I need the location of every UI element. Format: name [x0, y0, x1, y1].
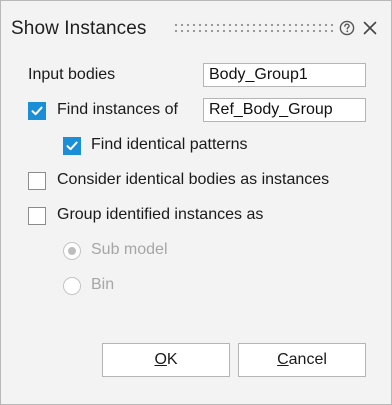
find-instances-field[interactable]: Ref_Body_Group: [203, 98, 366, 122]
ok-button[interactable]: OK: [102, 343, 230, 377]
cancel-mnemonic: C: [277, 351, 289, 368]
input-bodies-label: Input bodies: [28, 66, 116, 83]
group-identified-checkbox[interactable]: [28, 207, 46, 225]
bin-radio[interactable]: [63, 277, 81, 295]
dialog-title: Show Instances: [11, 18, 147, 39]
find-instances-label[interactable]: Find instances of: [57, 101, 178, 119]
checkmark-icon: [66, 141, 78, 151]
find-identical-patterns-checkbox[interactable]: [63, 137, 81, 155]
find-identical-patterns-label[interactable]: Find identical patterns: [91, 136, 248, 154]
find-instances-checkbox[interactable]: [28, 102, 46, 120]
checkmark-icon: [31, 106, 43, 116]
consider-identical-label[interactable]: Consider identical bodies as instances: [57, 171, 329, 189]
ok-label-rest: K: [166, 351, 178, 368]
title-bar[interactable]: Show Instances: [1, 1, 391, 55]
cancel-button[interactable]: Cancel: [238, 343, 366, 377]
show-instances-dialog: Show Instances Input bodies Body_Group1 …: [0, 0, 392, 405]
cancel-label-rest: ancel: [288, 351, 327, 368]
consider-identical-checkbox[interactable]: [28, 172, 46, 190]
input-bodies-field[interactable]: Body_Group1: [203, 63, 366, 87]
ok-mnemonic: O: [154, 351, 167, 368]
drag-grip-icon[interactable]: [173, 22, 333, 36]
sub-model-radio[interactable]: [63, 242, 81, 260]
close-icon[interactable]: [362, 20, 378, 36]
group-identified-label[interactable]: Group identified instances as: [57, 206, 263, 224]
sub-model-label[interactable]: Sub model: [91, 241, 168, 259]
help-icon[interactable]: [339, 20, 355, 36]
bin-label[interactable]: Bin: [91, 276, 114, 294]
